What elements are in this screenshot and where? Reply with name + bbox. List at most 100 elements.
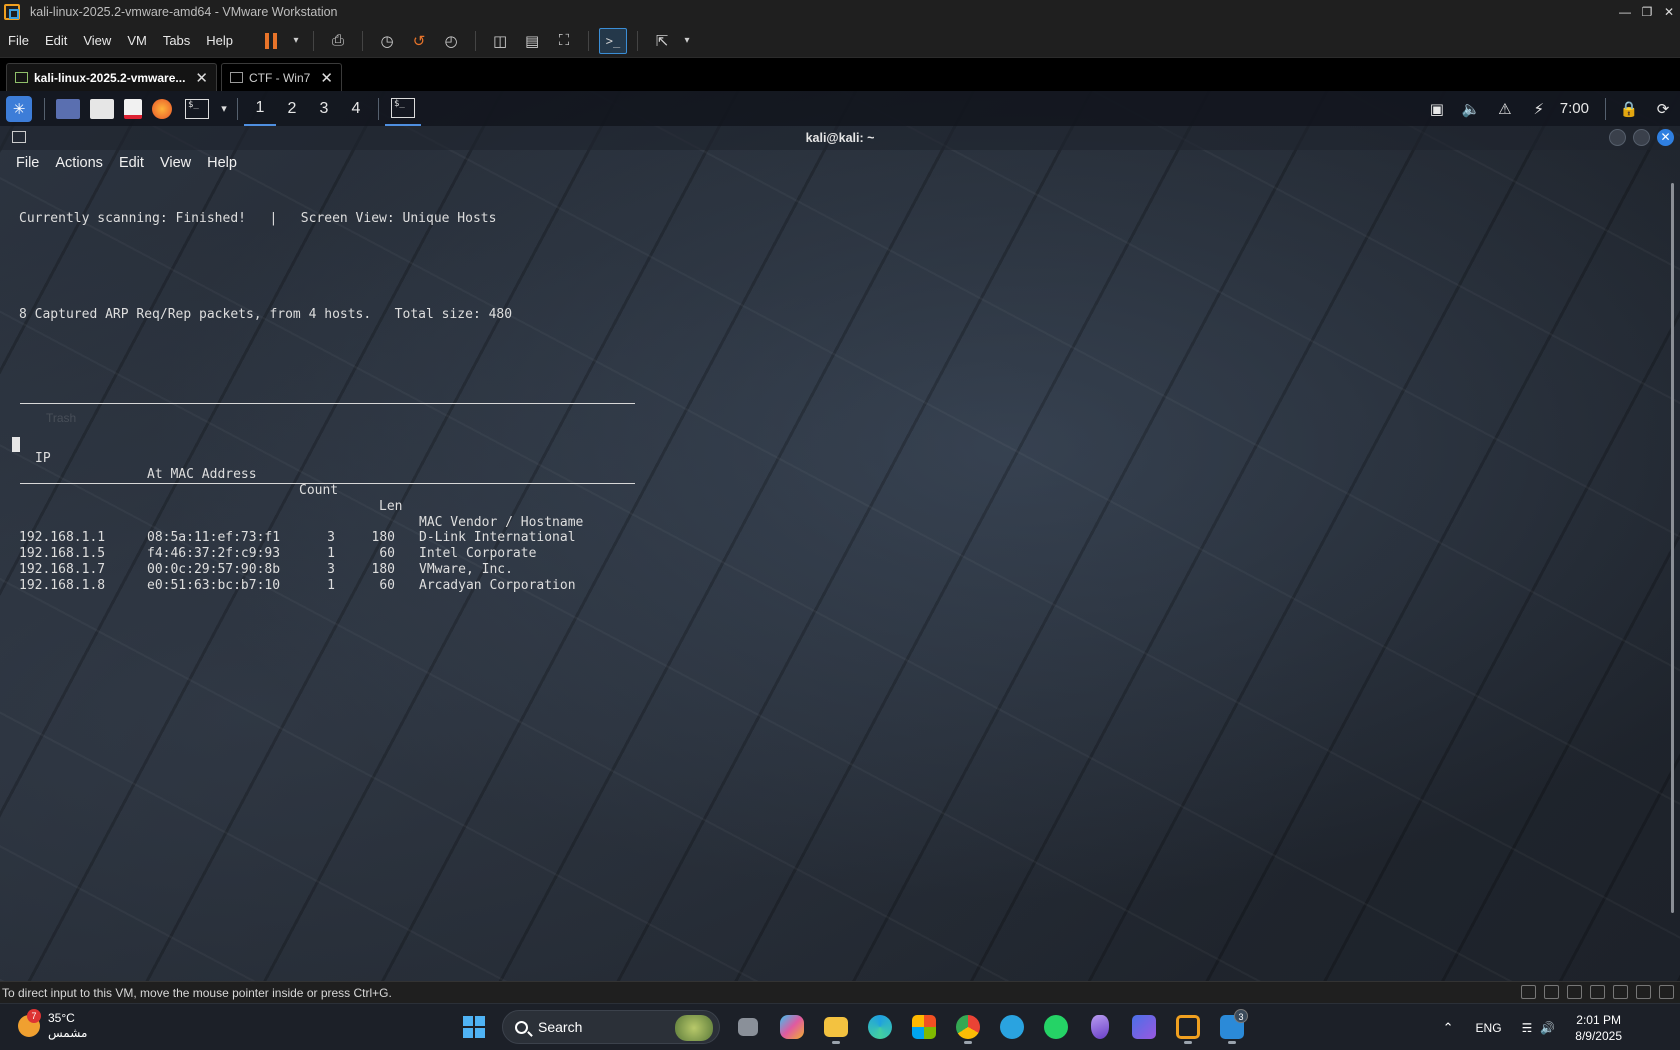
- terminal-menu-bar: File Actions Edit View Help: [0, 150, 1680, 176]
- table-row: 192.168.1.7 00:0c:29:57:90:8b 3 180 VMware, …: [19, 562, 634, 578]
- vm-tab-icon: [229, 72, 243, 83]
- chrome-icon: [956, 1015, 980, 1039]
- kali-clock[interactable]: 7:00: [1560, 100, 1589, 117]
- chrome-button[interactable]: [950, 1009, 986, 1045]
- terminal-menu-file[interactable]: File: [8, 155, 47, 171]
- scan-summary-line: 8 Captured ARP Req/Rep packets, from 4 h…: [19, 307, 513, 322]
- taskbar-search[interactable]: Search: [502, 1010, 720, 1044]
- display-adapter-icon[interactable]: [1636, 985, 1651, 999]
- workspace-1[interactable]: 1: [244, 91, 276, 126]
- pause-vm-button[interactable]: [257, 28, 285, 54]
- vmware-status-bar: To direct input to this VM, move the mou…: [0, 981, 1680, 1003]
- menu-help[interactable]: Help: [198, 33, 241, 48]
- terminal-window-controls: ✕: [1602, 129, 1674, 146]
- store-icon: [912, 1015, 936, 1039]
- text-editor-icon[interactable]: [124, 98, 142, 119]
- terminal-menu-help[interactable]: Help: [199, 155, 245, 171]
- terminal-title-bar[interactable]: kali@kali: ~ ✕: [0, 126, 1680, 150]
- workspace-2[interactable]: 2: [276, 91, 308, 126]
- power-manager-icon[interactable]: ⚡: [1522, 100, 1556, 118]
- hdd-icon[interactable]: [1521, 985, 1536, 999]
- message-log-icon[interactable]: [1659, 985, 1674, 999]
- file-manager-icon[interactable]: [90, 98, 114, 119]
- console-view-icon[interactable]: >_: [599, 27, 628, 54]
- volume-icon[interactable]: 🔈: [1454, 100, 1488, 118]
- tab-ctf-win7[interactable]: CTF - Win7 ✕: [220, 63, 342, 91]
- notification-bell-icon[interactable]: ⚠: [1488, 100, 1522, 118]
- menu-file[interactable]: File: [0, 33, 37, 48]
- task-view-button[interactable]: [730, 1009, 766, 1045]
- copilot-button[interactable]: [774, 1009, 810, 1045]
- whatsapp-button[interactable]: [1038, 1009, 1074, 1045]
- firefox-icon[interactable]: [152, 98, 172, 119]
- stretch-dropdown-icon[interactable]: ▾: [680, 28, 694, 54]
- terminal-menu-edit[interactable]: Edit: [111, 155, 152, 171]
- menu-vm[interactable]: VM: [119, 33, 155, 48]
- printer-icon[interactable]: [1613, 985, 1628, 999]
- terminal-launcher-icon[interactable]: $_: [185, 98, 209, 119]
- close-tab-icon[interactable]: ✕: [320, 69, 333, 87]
- whatsapp-icon: [1044, 1015, 1068, 1039]
- obsidian-button[interactable]: [1082, 1009, 1118, 1045]
- terminal-menu-view[interactable]: View: [152, 155, 199, 171]
- guest-display[interactable]: ✳ $_ ▾ 1 2 3 4 $_ ▣ 🔈 ⚠ ⚡ 7:00 🔒 ⟳ Trash…: [0, 91, 1680, 981]
- start-button[interactable]: [456, 1009, 492, 1045]
- sound-icon[interactable]: [1590, 985, 1605, 999]
- cell-ip: 192.168.1.8: [19, 578, 106, 593]
- kali-menu-icon[interactable]: ✳: [6, 95, 32, 122]
- cell-ip: 192.168.1.5: [19, 546, 106, 561]
- maximize-button[interactable]: ❐: [1636, 0, 1658, 24]
- close-tab-icon[interactable]: ✕: [195, 69, 208, 87]
- terminal-scrollbar[interactable]: [1671, 183, 1674, 913]
- usb-icon[interactable]: [1567, 985, 1582, 999]
- vscode-taskbar-button[interactable]: 3: [1214, 1009, 1250, 1045]
- edge-button[interactable]: [862, 1009, 898, 1045]
- terminal-close-button[interactable]: ✕: [1657, 129, 1674, 146]
- pause-icon: [265, 32, 278, 49]
- menu-tabs[interactable]: Tabs: [155, 33, 198, 48]
- tab-kali[interactable]: kali-linux-2025.2-vmware... ✕: [6, 63, 217, 91]
- show-library-icon[interactable]: ◫: [486, 28, 514, 54]
- weather-temperature: 35°C: [48, 1011, 75, 1025]
- display-icon[interactable]: ▣: [1420, 100, 1454, 118]
- show-desktop-icon[interactable]: [56, 98, 80, 119]
- taskbar-clock[interactable]: 2:01 PM 8/9/2025: [1575, 1012, 1622, 1044]
- snapshot-icon[interactable]: ◷: [373, 28, 401, 54]
- minimize-button[interactable]: —: [1614, 0, 1636, 24]
- weather-condition: مشمس: [48, 1026, 88, 1040]
- menu-view[interactable]: View: [75, 33, 119, 48]
- weather-widget[interactable]: 7 35°C مشمس: [18, 1009, 88, 1041]
- workspace-3[interactable]: 3: [308, 91, 340, 126]
- lock-screen-icon[interactable]: 🔒: [1612, 100, 1646, 118]
- vmware-taskbar-button[interactable]: [1170, 1009, 1206, 1045]
- terminal-output[interactable]: Currently scanning: Finished! | Screen V…: [19, 179, 635, 626]
- close-window-button[interactable]: ✕: [1658, 0, 1680, 24]
- file-explorer-button[interactable]: [818, 1009, 854, 1045]
- snapshot-manager-icon[interactable]: ◴: [437, 28, 465, 54]
- input-language[interactable]: ENG: [1476, 1021, 1502, 1035]
- terminal-minimize-button[interactable]: [1609, 129, 1626, 146]
- store-button[interactable]: [906, 1009, 942, 1045]
- windows-logo-icon: [463, 1016, 485, 1038]
- logout-icon[interactable]: ⟳: [1646, 100, 1680, 118]
- show-hidden-icons-chevron-icon[interactable]: ⌃: [1443, 1020, 1454, 1036]
- stretch-guest-icon[interactable]: ⇱: [648, 28, 676, 54]
- thumbnail-bar-icon[interactable]: ▤: [518, 28, 546, 54]
- telegram-button[interactable]: [994, 1009, 1030, 1045]
- launcher-dropdown-icon[interactable]: ▾: [217, 91, 231, 126]
- windows-taskbar: 7 35°C مشمس Search 3 ⌃ ENG ☴ 🔊 2:01 PM 8…: [0, 1003, 1680, 1050]
- terminal-menu-actions[interactable]: Actions: [47, 155, 111, 171]
- send-ctrl-alt-del-icon[interactable]: ⎙: [324, 28, 352, 54]
- revert-snapshot-icon[interactable]: ↺: [405, 28, 433, 54]
- quick-settings[interactable]: ☴ 🔊: [1522, 1021, 1556, 1035]
- menu-edit[interactable]: Edit: [37, 33, 75, 48]
- terminal-maximize-button[interactable]: [1633, 129, 1650, 146]
- visual-studio-button[interactable]: [1126, 1009, 1162, 1045]
- workspace-4[interactable]: 4: [340, 91, 372, 126]
- network-adapter-icon[interactable]: [1544, 985, 1559, 999]
- taskbar-terminal-window[interactable]: $_: [385, 91, 421, 126]
- power-dropdown-icon[interactable]: ▾: [289, 28, 303, 54]
- scan-status-line: Currently scanning: Finished! | Screen V…: [19, 211, 497, 226]
- cell-count: 3: [327, 562, 335, 577]
- full-screen-icon[interactable]: ⛶: [550, 28, 578, 54]
